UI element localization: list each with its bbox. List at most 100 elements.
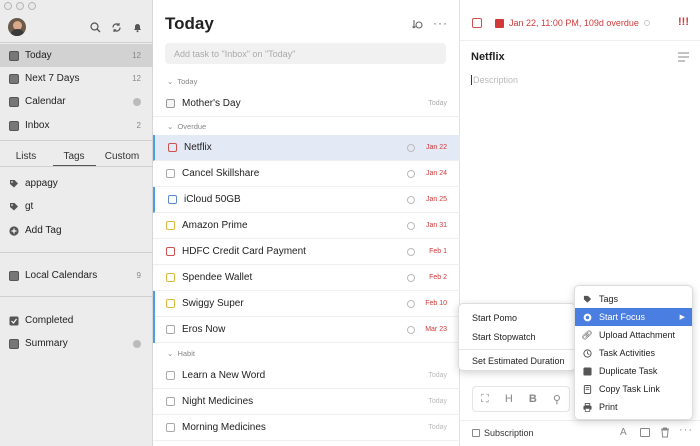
task-title: Spendee Wallet (182, 272, 253, 283)
list-name: Subscription (484, 428, 534, 438)
menu-item-copy-task-link[interactable]: Copy Task Link (575, 380, 692, 398)
close-window-button[interactable] (4, 2, 12, 10)
heading-icon[interactable]: H (505, 393, 513, 405)
menu-item-start-stopwatch[interactable]: Start Stopwatch (459, 328, 575, 346)
menu-item-set-estimated-duration[interactable]: Set Estimated Duration (459, 352, 575, 370)
tab-custom[interactable]: Custom (96, 151, 148, 162)
add-task-input[interactable]: Add task to "Inbox" on "Today" (165, 43, 446, 64)
sidebar-item-inbox[interactable]: Inbox 2 (0, 114, 153, 137)
menu-separator (459, 349, 575, 350)
sidebar-item-next-7-days[interactable]: Next 7 Days 12 (0, 67, 153, 90)
sidebar-item-badge-icon (133, 97, 141, 106)
tab-tags[interactable]: Tags (52, 151, 96, 162)
task-date: Jan 31 (425, 222, 447, 229)
add-tag-button[interactable]: Add Tag (0, 219, 153, 242)
task-checkbox[interactable] (166, 299, 175, 308)
calendar-icon (8, 270, 19, 281)
task-checkbox[interactable] (166, 99, 175, 108)
menu-item-task-activities[interactable]: Task Activities (575, 344, 692, 362)
menu-item-upload-attachment[interactable]: 🔗︎ Upload Attachment (575, 326, 692, 344)
task-row-learn-word[interactable]: Learn a New Word Today (153, 363, 460, 389)
task-row-mothers-day[interactable]: Mother's Day Today (153, 91, 460, 117)
sort-icon[interactable] (412, 19, 423, 30)
task-date: Jan 24 (425, 170, 447, 177)
sidebar-item-label: Summary (25, 338, 68, 349)
task-row-eros-now[interactable]: Eros Now Mar 23 (153, 317, 460, 343)
sidebar-item-completed[interactable]: Completed (0, 309, 153, 332)
list-selector[interactable]: Subscription (472, 428, 534, 438)
description-field[interactable]: Description (471, 75, 518, 85)
section-today[interactable]: ⌄ Today (167, 77, 197, 86)
checkbox-checked-icon (8, 315, 19, 326)
task-date: Feb 2 (429, 274, 447, 281)
detail-checkbox[interactable] (472, 18, 482, 28)
sidebar-item-count: 2 (136, 121, 141, 130)
task-row-night-medicines[interactable]: Night Medicines Today (153, 389, 460, 415)
task-checkbox[interactable] (166, 221, 175, 230)
task-title: Cancel Skillshare (182, 168, 260, 179)
task-row-netflix[interactable]: Netflix Jan 22 (153, 135, 460, 161)
task-title: Mother's Day (182, 98, 241, 109)
tab-lists[interactable]: Lists (0, 151, 52, 162)
task-date: Today (428, 100, 447, 107)
task-checkbox[interactable] (166, 423, 175, 432)
menu-item-label: Start Focus (599, 312, 646, 322)
menu-item-label: Tags (599, 294, 619, 304)
bold-icon[interactable]: B (529, 393, 537, 405)
sidebar-item-label: Today (25, 50, 52, 61)
task-checkbox[interactable] (166, 371, 175, 380)
sidebar-tag-gt[interactable]: gt (0, 195, 153, 218)
task-row-amazon-prime[interactable]: Amazon Prime Jan 31 (153, 213, 460, 239)
trash-icon[interactable] (660, 427, 670, 438)
sidebar-item-calendar[interactable]: Calendar (0, 90, 153, 113)
menu-item-print[interactable]: Print (575, 398, 692, 416)
sidebar-item-local-calendars[interactable]: Local Calendars 9 (0, 264, 153, 287)
sidebar-item-label: Calendar (25, 96, 66, 107)
calendar-icon (495, 18, 504, 28)
task-checkbox[interactable] (166, 169, 175, 178)
more-options-icon[interactable]: ··· (679, 424, 693, 436)
task-row-swiggy[interactable]: Swiggy Super Feb 10 (153, 291, 460, 317)
menu-item-start-pomo[interactable]: Start Pomo (459, 309, 575, 327)
task-row-spendee[interactable]: Spendee Wallet Feb 2 (153, 265, 460, 291)
priority-flag[interactable]: !!! (678, 16, 689, 28)
sync-icon[interactable] (111, 22, 122, 33)
section-habit[interactable]: ⌄ Habit (167, 349, 195, 358)
person-icon[interactable]: ⚲ (553, 393, 561, 406)
task-checkbox[interactable] (166, 273, 175, 282)
menu-item-duplicate-task[interactable]: Duplicate Task (575, 362, 692, 380)
bell-icon[interactable] (132, 22, 143, 33)
comment-icon[interactable] (640, 428, 650, 437)
menu-item-start-focus[interactable]: Start Focus ▶ (575, 308, 692, 326)
more-options-icon[interactable]: ··· (433, 16, 448, 30)
sidebar-tag-appagy[interactable]: appagy (0, 172, 153, 195)
task-checkbox[interactable] (168, 143, 177, 152)
zoom-window-button[interactable] (28, 2, 36, 10)
task-row-morning-medicines[interactable]: Morning Medicines Today (153, 415, 460, 441)
detail-title[interactable]: Netflix (471, 51, 505, 63)
menu-lines-icon[interactable] (678, 52, 689, 62)
chevron-right-icon: ▶ (679, 314, 685, 321)
task-checkbox[interactable] (168, 195, 177, 204)
minimize-window-button[interactable] (16, 2, 24, 10)
task-checkbox[interactable] (166, 325, 175, 334)
task-checkbox[interactable] (166, 247, 175, 256)
text-format-icon[interactable]: A (620, 427, 627, 438)
tag-icon (582, 294, 592, 304)
printer-icon (582, 402, 592, 412)
task-row-icloud[interactable]: iCloud 50GB Jan 25 (153, 187, 460, 213)
section-habit-label: Habit (177, 349, 195, 358)
due-date-button[interactable]: Jan 22, 11:00 PM, 109d overdue (495, 18, 650, 28)
sidebar-item-summary[interactable]: Summary (0, 332, 153, 355)
task-row-hdfc[interactable]: HDFC Credit Card Payment Feb 1 (153, 239, 460, 265)
menu-item-tags[interactable]: Tags (575, 290, 692, 308)
avatar[interactable] (8, 18, 26, 36)
sidebar-item-badge-icon (133, 339, 141, 348)
fullscreen-icon[interactable]: ⛶ (481, 393, 489, 406)
search-icon[interactable] (90, 22, 101, 33)
task-row-cancel-skillshare[interactable]: Cancel Skillshare Jan 24 (153, 161, 460, 187)
section-overdue[interactable]: ⌄ Overdue (167, 122, 206, 131)
sidebar: Today 12 Next 7 Days 12 Calendar Inbox 2… (0, 0, 153, 446)
sidebar-item-today[interactable]: Today 12 (0, 44, 153, 67)
task-checkbox[interactable] (166, 397, 175, 406)
